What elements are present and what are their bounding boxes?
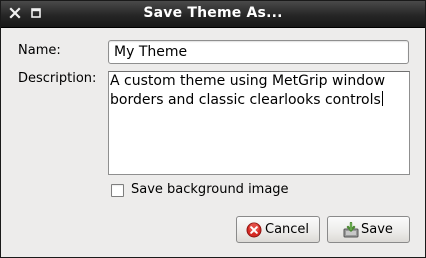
save-label: Save [361,222,393,237]
description-label: Description: [18,71,97,86]
name-field[interactable]: My Theme [108,40,409,64]
cancel-button[interactable]: Cancel [236,216,320,243]
text-cursor [381,91,383,106]
name-label: Name: [18,43,61,58]
save-background-checkbox[interactable] [111,184,124,197]
save-background-label[interactable]: Save background image [131,182,289,197]
save-icon [343,221,359,238]
save-button[interactable]: Save [327,216,410,243]
description-line: A custom theme using MetGrip window [110,73,386,89]
description-line: borders and classic clearlooks controls [110,91,383,108]
cancel-icon [246,222,262,238]
cancel-label: Cancel [265,222,310,237]
titlebar[interactable]: Save Theme As... [1,1,425,28]
window-title: Save Theme As... [143,5,283,21]
save-theme-dialog: Save Theme As... Name: My Theme Descript… [0,0,426,258]
description-field[interactable]: A custom theme using MetGrip window borde… [108,71,410,175]
